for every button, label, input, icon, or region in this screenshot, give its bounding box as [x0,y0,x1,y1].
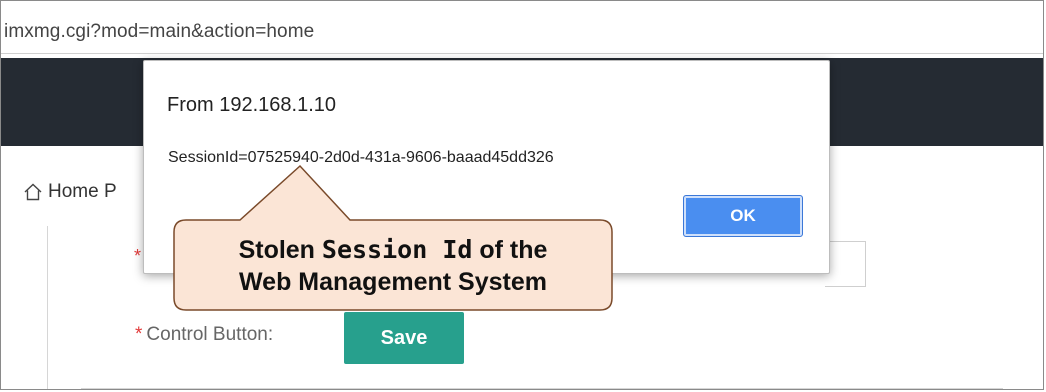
browser-window: imxmg.cgi?mod=main&action=home Home P * … [0,0,1044,390]
save-button[interactable]: Save [344,312,464,364]
breadcrumb-home-label[interactable]: Home P [48,181,117,203]
callout-line-1: Stolen Session Id of the [239,234,548,267]
dialog-message: SessionId=07525940-2d0d-431a-9606-baaad4… [168,149,554,166]
ok-button[interactable]: OK [683,195,803,237]
control-button-label: * Control Button: [135,324,273,346]
text-input-field[interactable] [825,241,866,287]
control-button-text: Control Button: [146,324,274,345]
address-url[interactable]: imxmg.cgi?mod=main&action=home [4,21,314,43]
callout-line1-c: of the [472,235,548,264]
callout-text: Stolen Session Id of the Web Management … [174,223,612,309]
home-icon [24,183,42,201]
breadcrumb[interactable]: Home P [23,181,117,203]
field-required-mark: * [134,246,142,266]
panel-bottom-divider [81,388,1003,389]
dialog-title: From 192.168.1.10 [167,94,336,116]
address-bar[interactable]: imxmg.cgi?mod=main&action=home [1,1,1043,54]
callout-line-2: Web Management System [239,268,547,296]
panel-left-border [47,226,48,389]
callout-line1-b: Session Id [321,234,473,264]
callout-line1-a: Stolen [238,235,322,264]
required-mark: * [135,324,143,345]
